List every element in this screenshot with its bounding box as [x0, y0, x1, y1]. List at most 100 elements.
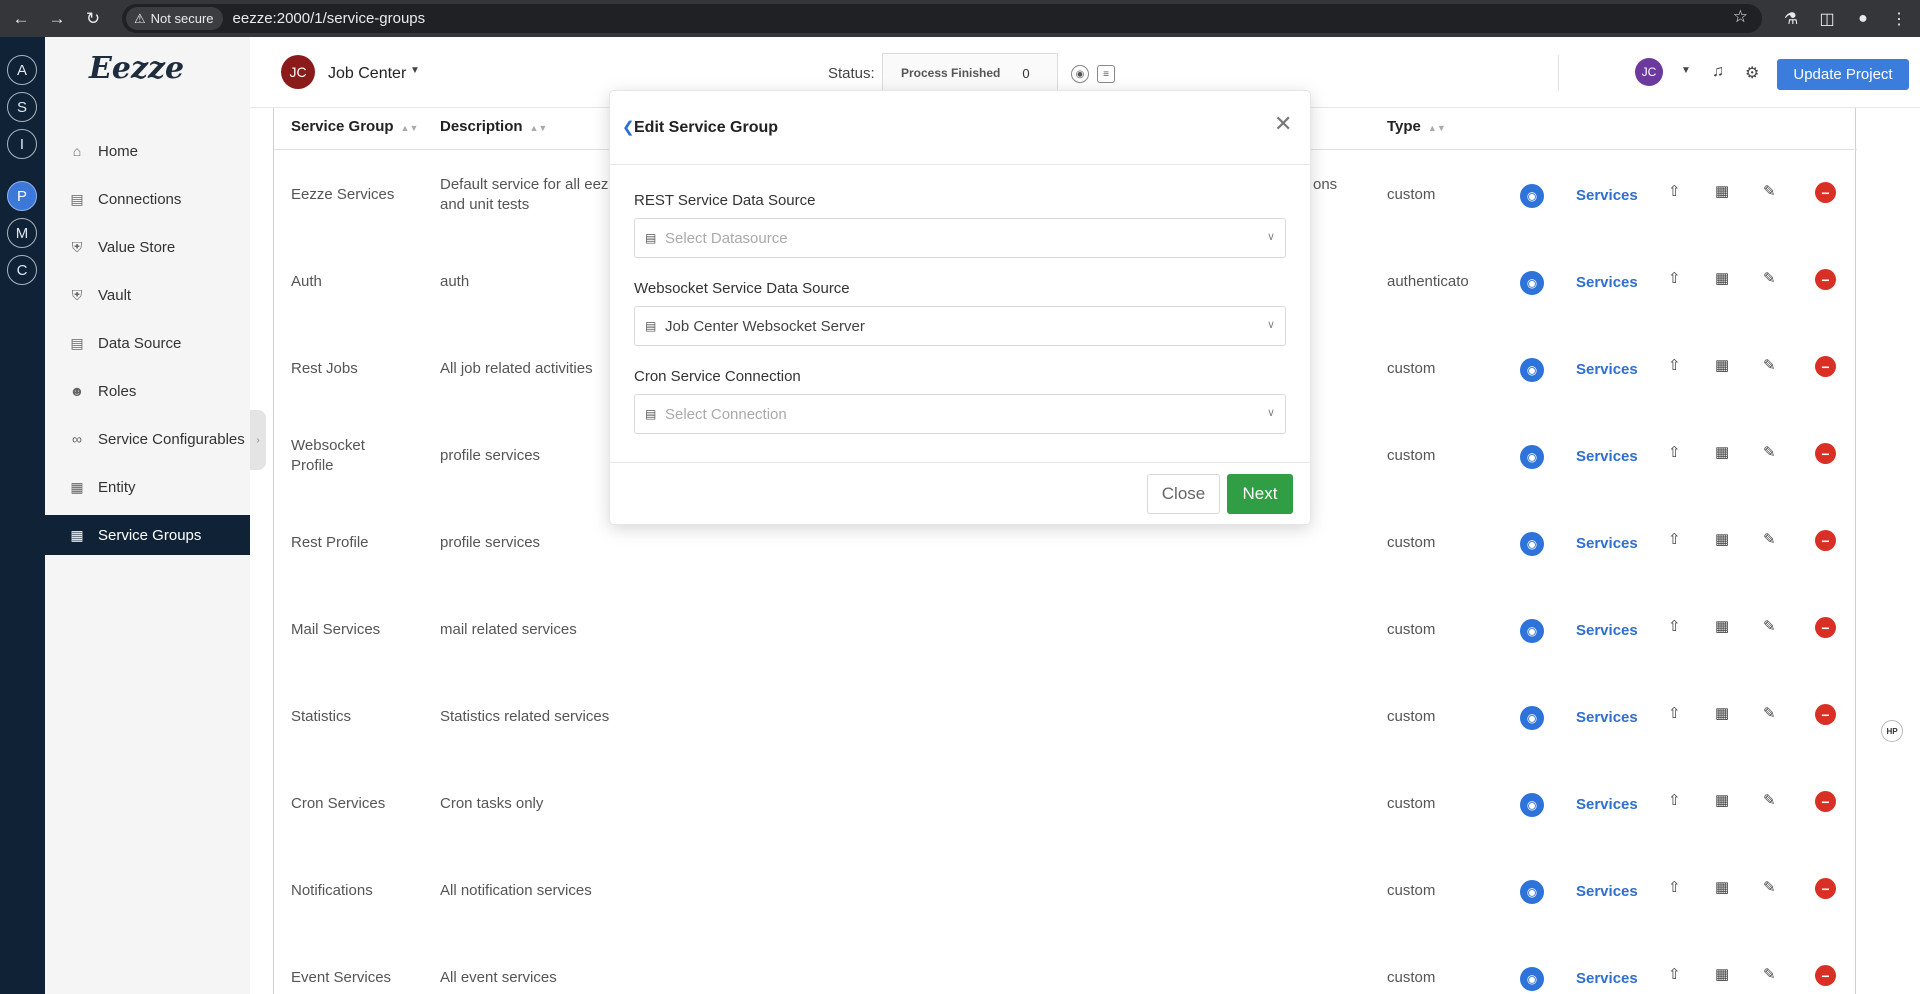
sort-icon[interactable]: ▲▼ — [530, 123, 548, 133]
sidebar-item-vault[interactable]: ⛨ Vault — [45, 275, 250, 315]
grid-icon[interactable]: ▦ — [1715, 965, 1729, 983]
view-eye-icon[interactable]: ◉ — [1520, 880, 1544, 904]
caret-down-icon[interactable]: ▼ — [1681, 65, 1691, 76]
services-link[interactable]: Services — [1576, 883, 1638, 900]
bell-icon[interactable]: ♫ — [1712, 63, 1724, 81]
pencil-icon[interactable]: ✎ — [1763, 356, 1776, 374]
services-link[interactable]: Services — [1576, 796, 1638, 813]
delete-icon[interactable]: − — [1815, 704, 1836, 725]
forward-arrow-icon[interactable]: → — [42, 4, 72, 34]
sidebar-item-connections[interactable]: ▤ Connections — [45, 179, 250, 219]
delete-icon[interactable]: − — [1815, 269, 1836, 290]
rest-datasource-select[interactable]: ▤ Select Datasource ∨ — [634, 218, 1286, 258]
upload-icon[interactable]: ⇧ — [1668, 617, 1681, 635]
upload-icon[interactable]: ⇧ — [1668, 965, 1681, 983]
view-eye-icon[interactable]: ◉ — [1520, 793, 1544, 817]
rail-item-m[interactable]: M — [7, 218, 37, 248]
reload-icon[interactable]: ↻ — [78, 4, 108, 34]
pencil-icon[interactable]: ✎ — [1763, 704, 1776, 722]
close-button[interactable]: Close — [1147, 474, 1220, 514]
upload-icon[interactable]: ⇧ — [1668, 791, 1681, 809]
services-link[interactable]: Services — [1576, 448, 1638, 465]
pencil-icon[interactable]: ✎ — [1763, 443, 1776, 461]
sidebar-item-service-groups[interactable]: ▦ Service Groups — [45, 515, 250, 555]
rail-item-i[interactable]: I — [7, 129, 37, 159]
view-eye-icon[interactable]: ◉ — [1520, 358, 1544, 382]
sidebar-item-data-source[interactable]: ▤ Data Source — [45, 323, 250, 363]
pencil-icon[interactable]: ✎ — [1763, 791, 1776, 809]
delete-icon[interactable]: − — [1815, 182, 1836, 203]
close-icon[interactable]: ✕ — [1274, 111, 1292, 137]
address-bar[interactable]: ⚠ Not secure eezze:2000/1/service-groups… — [122, 4, 1762, 33]
pencil-icon[interactable]: ✎ — [1763, 878, 1776, 896]
services-link[interactable]: Services — [1576, 187, 1638, 204]
view-eye-icon[interactable]: ◉ — [1520, 445, 1544, 469]
column-header-type[interactable]: Type ▲▼ — [1387, 118, 1446, 135]
upload-icon[interactable]: ⇧ — [1668, 182, 1681, 200]
view-eye-icon[interactable]: ◉ — [1520, 619, 1544, 643]
log-icon[interactable]: ≡ — [1097, 65, 1115, 83]
services-link[interactable]: Services — [1576, 535, 1638, 552]
sidebar-item-entity[interactable]: ▦ Entity — [45, 467, 250, 507]
sort-icon[interactable]: ▲▼ — [401, 123, 419, 133]
update-project-button[interactable]: Update Project — [1777, 59, 1909, 90]
upload-icon[interactable]: ⇧ — [1668, 530, 1681, 548]
sort-icon[interactable]: ▲▼ — [1428, 123, 1446, 133]
grid-icon[interactable]: ▦ — [1715, 269, 1729, 287]
view-eye-icon[interactable]: ◉ — [1520, 532, 1544, 556]
delete-icon[interactable]: − — [1815, 617, 1836, 638]
grid-icon[interactable]: ▦ — [1715, 182, 1729, 200]
view-eye-icon[interactable]: ◉ — [1520, 706, 1544, 730]
upload-icon[interactable]: ⇧ — [1668, 704, 1681, 722]
bookmark-star-icon[interactable]: ☆ — [1733, 7, 1748, 27]
back-chevron-icon[interactable]: ❮ — [622, 118, 635, 136]
websocket-datasource-select[interactable]: ▤ Job Center Websocket Server ∨ — [634, 306, 1286, 346]
upload-icon[interactable]: ⇧ — [1668, 878, 1681, 896]
grid-icon[interactable]: ▦ — [1715, 791, 1729, 809]
services-link[interactable]: Services — [1576, 361, 1638, 378]
pencil-icon[interactable]: ✎ — [1763, 269, 1776, 287]
delete-icon[interactable]: − — [1815, 530, 1836, 551]
labs-flask-icon[interactable]: ⚗ — [1776, 4, 1806, 34]
hp-badge[interactable]: HP — [1881, 720, 1903, 742]
view-eye-icon[interactable]: ◉ — [1520, 271, 1544, 295]
delete-icon[interactable]: − — [1815, 356, 1836, 377]
rail-item-p[interactable]: P — [7, 181, 37, 211]
services-link[interactable]: Services — [1576, 709, 1638, 726]
services-link[interactable]: Services — [1576, 274, 1638, 291]
grid-icon[interactable]: ▦ — [1715, 356, 1729, 374]
rail-item-s[interactable]: S — [7, 92, 37, 122]
profile-icon[interactable]: ● — [1848, 4, 1878, 34]
side-panel-icon[interactable]: ◫ — [1812, 4, 1842, 34]
services-link[interactable]: Services — [1576, 970, 1638, 987]
pencil-icon[interactable]: ✎ — [1763, 182, 1776, 200]
caret-down-icon[interactable]: ▼ — [410, 65, 420, 76]
back-arrow-icon[interactable]: ← — [6, 4, 36, 34]
sidebar-item-service-configurables[interactable]: ∞ Service Configurables — [45, 419, 250, 459]
grid-icon[interactable]: ▦ — [1715, 704, 1729, 722]
pencil-icon[interactable]: ✎ — [1763, 530, 1776, 548]
upload-icon[interactable]: ⇧ — [1668, 356, 1681, 374]
sidebar-item-home[interactable]: ⌂ Home — [45, 131, 250, 171]
next-button[interactable]: Next — [1227, 474, 1293, 514]
upload-icon[interactable]: ⇧ — [1668, 269, 1681, 287]
delete-icon[interactable]: − — [1815, 878, 1836, 899]
sidebar-item-value-store[interactable]: ⛨ Value Store — [45, 227, 250, 267]
column-header-description[interactable]: Description ▲▼ — [440, 118, 547, 135]
upload-icon[interactable]: ⇧ — [1668, 443, 1681, 461]
view-eye-icon[interactable]: ◉ — [1520, 184, 1544, 208]
bug-icon[interactable]: ⚙ — [1745, 63, 1759, 83]
sidebar-collapse-handle[interactable]: › — [250, 410, 266, 470]
url-text[interactable]: eezze:2000/1/service-groups — [233, 10, 426, 27]
column-header-service-group[interactable]: Service Group ▲▼ — [291, 118, 418, 135]
grid-icon[interactable]: ▦ — [1715, 530, 1729, 548]
grid-icon[interactable]: ▦ — [1715, 617, 1729, 635]
kebab-menu-icon[interactable]: ⋮ — [1884, 4, 1914, 34]
cron-connection-select[interactable]: ▤ Select Connection ∨ — [634, 394, 1286, 434]
grid-icon[interactable]: ▦ — [1715, 878, 1729, 896]
eezze-logo[interactable]: Eezze — [89, 51, 184, 86]
services-link[interactable]: Services — [1576, 622, 1638, 639]
eye-icon[interactable]: ◉ — [1071, 65, 1089, 83]
delete-icon[interactable]: − — [1815, 791, 1836, 812]
project-avatar[interactable]: JC — [281, 55, 315, 89]
